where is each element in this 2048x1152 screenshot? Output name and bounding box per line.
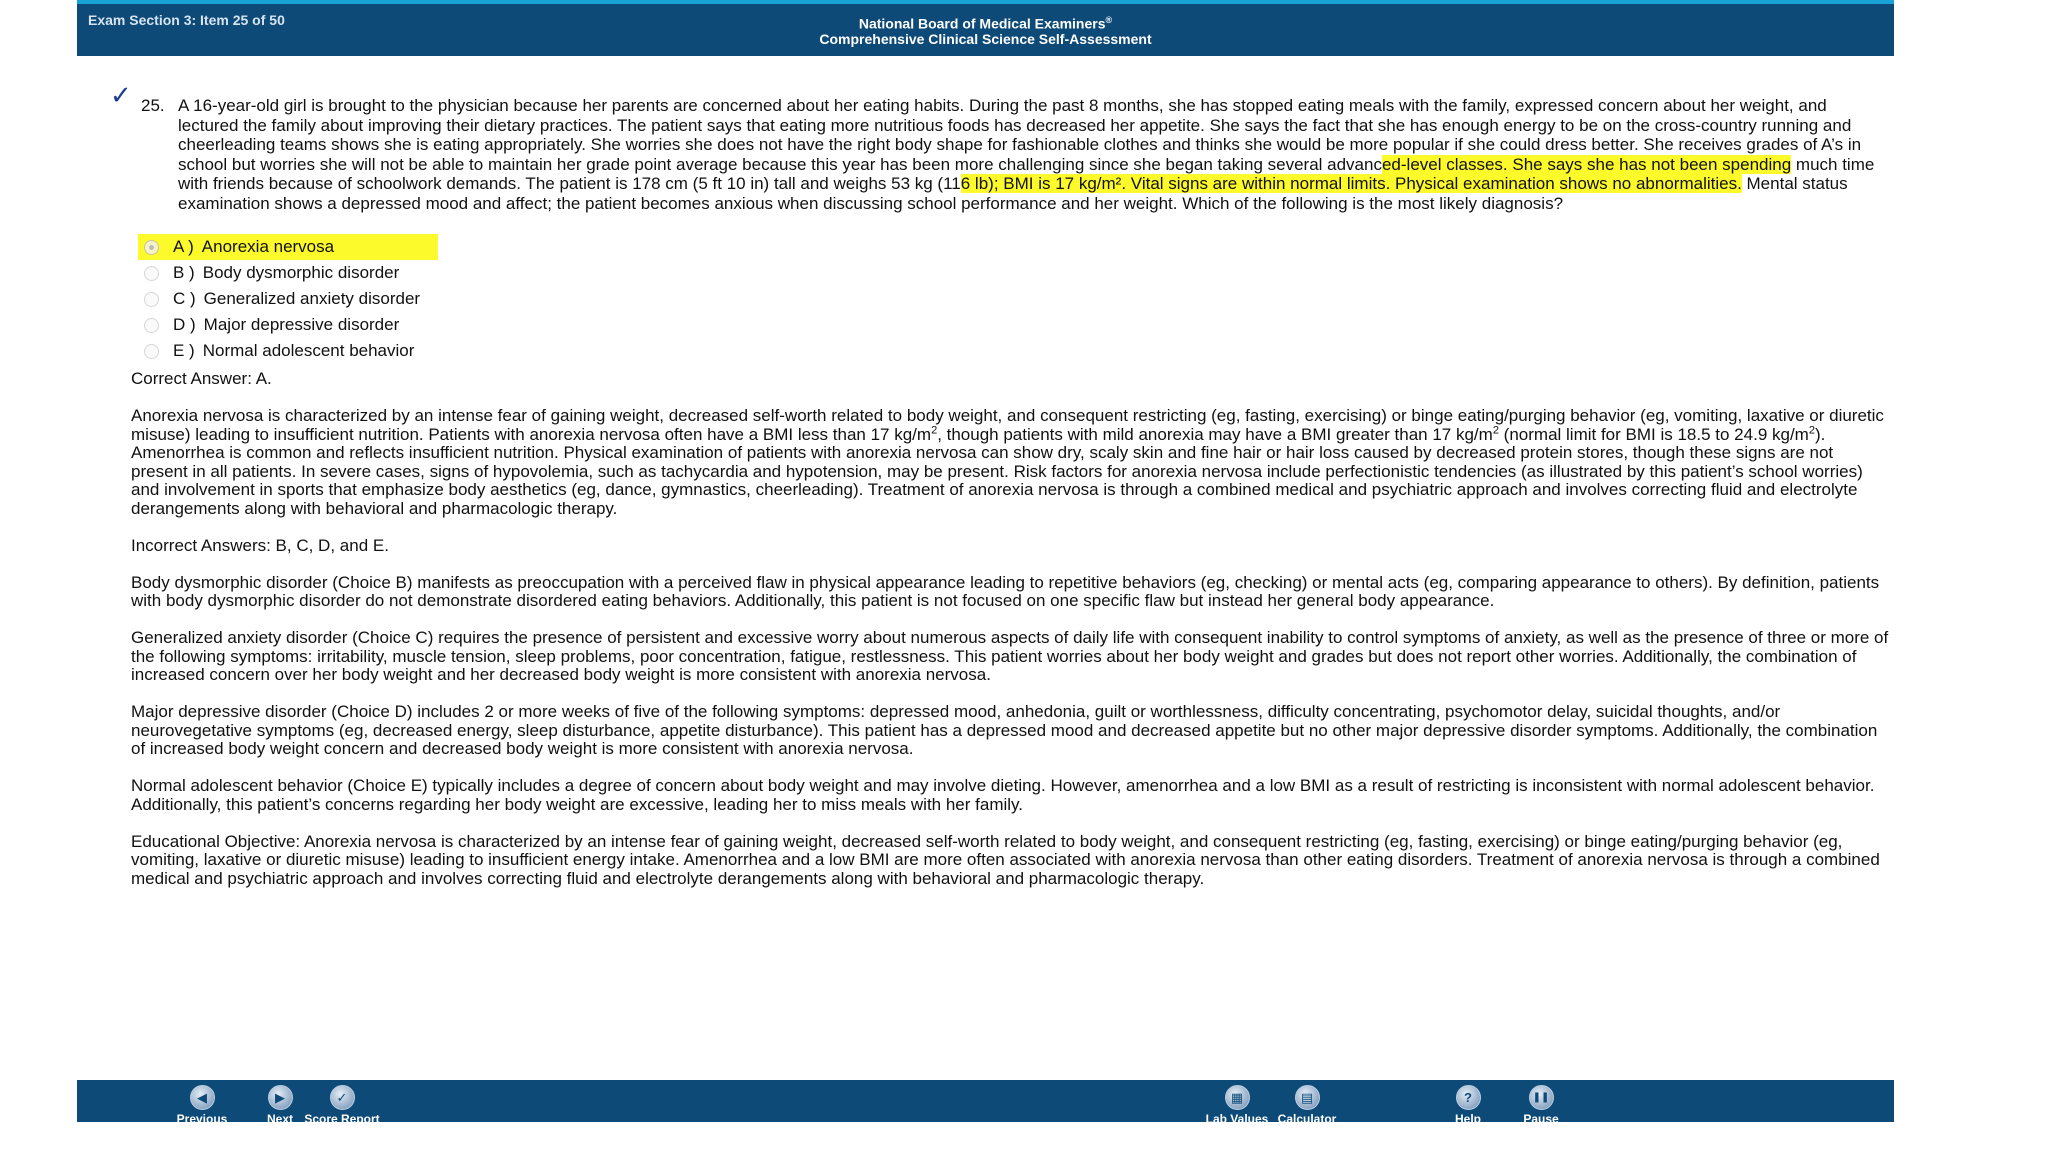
previous-label: Previous (176, 1112, 228, 1122)
correct-answer: Correct Answer: A. (131, 369, 272, 388)
educational-objective: Educational Objective: Anorexia nervosa … (131, 831, 1880, 888)
question-stem[interactable]: A 16-year-old girl is brought to the phy… (178, 96, 1878, 214)
lab-values-label: Lab Values (1205, 1112, 1269, 1122)
option-e[interactable]: E ) Normal adolescent behavior (138, 338, 438, 364)
radio-d[interactable] (144, 317, 159, 333)
option-letter: A ) (173, 237, 194, 256)
question-number: 25. (141, 96, 165, 115)
option-text: Generalized anxiety disorder (203, 289, 421, 308)
option-b[interactable]: B ) Body dysmorphic disorder (138, 260, 438, 286)
pause-button[interactable]: ❚❚ Pause (1501, 1085, 1581, 1122)
score-report-button[interactable]: ✓ Score Report (302, 1085, 382, 1122)
title-line-1: National Board of Medical Examiners (858, 15, 1106, 32)
explanation-choice-d: Major depressive disorder (Choice D) inc… (131, 702, 1878, 758)
option-text: Anorexia nervosa (201, 237, 335, 256)
pause-label: Pause (1523, 1112, 1559, 1122)
incorrect-answers: Incorrect Answers: B, C, D, and E. (131, 535, 389, 555)
option-text: Normal adolescent behavior (202, 341, 415, 360)
explanation-choice-c: Generalized anxiety disorder (Choice C) … (131, 628, 1889, 684)
exam-header: Exam Section 3: Item 25 of 50 National B… (77, 0, 1894, 56)
answer-options: A ) Anorexia nervosa B ) Body dysmorphic d… (138, 234, 438, 364)
stem-highlight-1: ed-level classes. She says she has not b… (1381, 154, 1792, 174)
title-line-2: Comprehensive Clinical Science Self-Asse… (819, 30, 1152, 47)
help-label: Help (1454, 1112, 1481, 1122)
bottom-toolbar: ◀ Previous ▶ Next ✓ Score Report ▦ Lab V… (77, 1080, 1894, 1122)
option-letter: C ) (173, 289, 196, 308)
option-letter: D ) (173, 315, 196, 334)
answered-check-icon: ✓ (110, 80, 132, 110)
previous-button[interactable]: ◀ Previous (162, 1085, 242, 1122)
lab-values-button[interactable]: ▦ Lab Values (1197, 1085, 1277, 1122)
radio-a[interactable] (144, 239, 159, 255)
explanation-choice-e: Normal adolescent behavior (Choice E) ty… (131, 776, 1875, 814)
exam-title: National Board of Medical Examiners® Com… (77, 13, 1894, 47)
explanation-text: (normal limit for BMI is 18.5 to 24.9 kg… (1498, 424, 1809, 444)
help-icon: ? (1455, 1085, 1481, 1110)
option-c[interactable]: C ) Generalized anxiety disorder (138, 286, 438, 312)
radio-e[interactable] (144, 343, 159, 359)
option-text: Major depressive disorder (203, 315, 400, 334)
answer-explanation: Correct Answer: A. Anorexia nervosa is c… (131, 369, 1891, 907)
registered-mark: ® (1105, 15, 1113, 25)
stem-highlight-2: 6 lb); BMI is 17 kg/m². Vital signs are … (960, 174, 1742, 194)
next-icon: ▶ (267, 1085, 293, 1110)
calculator-label: Calculator (1277, 1112, 1337, 1122)
score-report-icon: ✓ (329, 1085, 355, 1110)
explanation-text: , though patients with mild anorexia may… (937, 424, 1493, 444)
pause-icon: ❚❚ (1528, 1085, 1554, 1110)
help-button[interactable]: ? Help (1428, 1085, 1508, 1122)
radio-c[interactable] (144, 291, 159, 307)
score-report-label: Score Report (304, 1112, 380, 1122)
option-d[interactable]: D ) Major depressive disorder (138, 312, 438, 338)
option-letter: B ) (173, 263, 195, 282)
lab-values-icon: ▦ (1224, 1085, 1250, 1110)
explanation-choice-b: Body dysmorphic disorder (Choice B) mani… (131, 572, 1880, 610)
previous-icon: ◀ (189, 1085, 215, 1110)
explanation-anorexia: Anorexia nervosa is characterized by an … (131, 406, 1891, 518)
radio-b[interactable] (144, 265, 159, 281)
calculator-icon: ▤ (1294, 1085, 1320, 1110)
option-text: Body dysmorphic disorder (202, 263, 400, 282)
option-letter: E ) (173, 341, 195, 360)
calculator-button[interactable]: ▤ Calculator (1267, 1085, 1347, 1122)
item-content: ✓ 25. A 16-year-old girl is brought to t… (0, 56, 2048, 1076)
option-a[interactable]: A ) Anorexia nervosa (138, 234, 438, 260)
